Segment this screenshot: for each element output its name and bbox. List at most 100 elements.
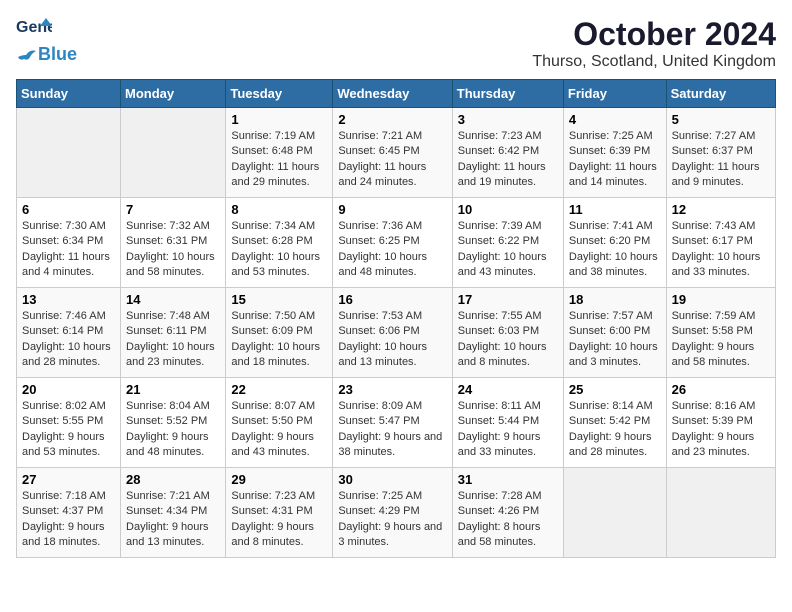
calendar-cell: 17 Sunrise: 7:55 AM Sunset: 6:03 PM Dayli… — [452, 288, 563, 378]
day-info: Sunrise: 7:25 AM Sunset: 6:39 PM Dayligh… — [569, 129, 661, 191]
day-info: Sunrise: 7:53 AM Sunset: 6:06 PM Dayligh… — [338, 309, 446, 371]
day-info: Sunrise: 8:09 AM Sunset: 5:47 PM Dayligh… — [338, 399, 446, 461]
calendar-cell: 3 Sunrise: 7:23 AM Sunset: 6:42 PM Daylig… — [452, 108, 563, 198]
day-number: 9 — [338, 202, 446, 217]
calendar-header-row: SundayMondayTuesdayWednesdayThursdayFrid… — [17, 80, 776, 108]
day-info: Sunrise: 7:59 AM Sunset: 5:58 PM Dayligh… — [672, 309, 770, 371]
calendar-week-5: 27 Sunrise: 7:18 AM Sunset: 4:37 PM Dayli… — [17, 468, 776, 558]
day-number: 17 — [458, 292, 558, 307]
calendar-cell: 1 Sunrise: 7:19 AM Sunset: 6:48 PM Daylig… — [226, 108, 333, 198]
day-number: 8 — [231, 202, 327, 217]
logo-bird-icon — [16, 47, 36, 63]
day-info: Sunrise: 7:32 AM Sunset: 6:31 PM Dayligh… — [126, 219, 220, 281]
day-info: Sunrise: 7:27 AM Sunset: 6:37 PM Dayligh… — [672, 129, 770, 191]
calendar-week-2: 6Sunrise: 7:30 AM Sunset: 6:34 PM Daylig… — [17, 198, 776, 288]
day-info: Sunrise: 7:39 AM Sunset: 6:22 PM Dayligh… — [458, 219, 558, 281]
calendar-cell — [17, 108, 121, 198]
calendar-cell: 28Sunrise: 7:21 AM Sunset: 4:34 PM Dayli… — [121, 468, 226, 558]
day-info: Sunrise: 7:30 AM Sunset: 6:34 PM Dayligh… — [22, 219, 115, 281]
calendar-cell: 5 Sunrise: 7:27 AM Sunset: 6:37 PM Daylig… — [666, 108, 775, 198]
title-area: October 2024 Thurso, Scotland, United Ki… — [532, 16, 776, 71]
calendar-cell: 4Sunrise: 7:25 AM Sunset: 6:39 PM Daylig… — [563, 108, 666, 198]
day-info: Sunrise: 7:43 AM Sunset: 6:17 PM Dayligh… — [672, 219, 770, 281]
day-info: Sunrise: 8:11 AM Sunset: 5:44 PM Dayligh… — [458, 399, 558, 461]
day-number: 23 — [338, 382, 446, 397]
day-number: 21 — [126, 382, 220, 397]
logo-blue-text: Blue — [38, 44, 77, 65]
day-number: 13 — [22, 292, 115, 307]
day-number: 24 — [458, 382, 558, 397]
day-info: Sunrise: 7:50 AM Sunset: 6:09 PM Dayligh… — [231, 309, 327, 371]
day-number: 26 — [672, 382, 770, 397]
day-number: 25 — [569, 382, 661, 397]
day-info: Sunrise: 7:41 AM Sunset: 6:20 PM Dayligh… — [569, 219, 661, 281]
logo: General Blue — [16, 16, 77, 65]
calendar-cell: 25 Sunrise: 8:14 AM Sunset: 5:42 PM Dayli… — [563, 378, 666, 468]
calendar-week-4: 20Sunrise: 8:02 AM Sunset: 5:55 PM Dayli… — [17, 378, 776, 468]
calendar-cell: 9 Sunrise: 7:36 AM Sunset: 6:25 PM Daylig… — [333, 198, 452, 288]
calendar-cell: 6Sunrise: 7:30 AM Sunset: 6:34 PM Daylig… — [17, 198, 121, 288]
day-number: 27 — [22, 472, 115, 487]
day-number: 5 — [672, 112, 770, 127]
calendar-cell: 14Sunrise: 7:48 AM Sunset: 6:11 PM Dayli… — [121, 288, 226, 378]
day-info: Sunrise: 7:19 AM Sunset: 6:48 PM Dayligh… — [231, 129, 327, 191]
day-info: Sunrise: 7:36 AM Sunset: 6:25 PM Dayligh… — [338, 219, 446, 281]
day-number: 19 — [672, 292, 770, 307]
header-sunday: Sunday — [17, 80, 121, 108]
calendar-cell: 22 Sunrise: 8:07 AM Sunset: 5:50 PM Dayli… — [226, 378, 333, 468]
day-number: 2 — [338, 112, 446, 127]
logo-icon: General — [16, 16, 52, 46]
calendar-cell: 27 Sunrise: 7:18 AM Sunset: 4:37 PM Dayli… — [17, 468, 121, 558]
calendar-cell — [121, 108, 226, 198]
month-title: October 2024 — [532, 16, 776, 53]
header-tuesday: Tuesday — [226, 80, 333, 108]
day-info: Sunrise: 8:14 AM Sunset: 5:42 PM Dayligh… — [569, 399, 661, 461]
header-thursday: Thursday — [452, 80, 563, 108]
day-info: Sunrise: 7:21 AM Sunset: 4:34 PM Dayligh… — [126, 489, 220, 551]
calendar-cell: 24 Sunrise: 8:11 AM Sunset: 5:44 PM Dayli… — [452, 378, 563, 468]
calendar-cell: 12Sunrise: 7:43 AM Sunset: 6:17 PM Dayli… — [666, 198, 775, 288]
calendar-cell: 20Sunrise: 8:02 AM Sunset: 5:55 PM Dayli… — [17, 378, 121, 468]
day-info: Sunrise: 8:07 AM Sunset: 5:50 PM Dayligh… — [231, 399, 327, 461]
calendar-cell: 16 Sunrise: 7:53 AM Sunset: 6:06 PM Dayli… — [333, 288, 452, 378]
day-info: Sunrise: 7:21 AM Sunset: 6:45 PM Dayligh… — [338, 129, 446, 191]
day-number: 10 — [458, 202, 558, 217]
calendar-cell: 8 Sunrise: 7:34 AM Sunset: 6:28 PM Daylig… — [226, 198, 333, 288]
calendar-cell: 13Sunrise: 7:46 AM Sunset: 6:14 PM Dayli… — [17, 288, 121, 378]
header-saturday: Saturday — [666, 80, 775, 108]
calendar-week-1: 1 Sunrise: 7:19 AM Sunset: 6:48 PM Daylig… — [17, 108, 776, 198]
calendar-cell: 7 Sunrise: 7:32 AM Sunset: 6:31 PM Daylig… — [121, 198, 226, 288]
calendar-cell: 19 Sunrise: 7:59 AM Sunset: 5:58 PM Dayli… — [666, 288, 775, 378]
calendar-table: SundayMondayTuesdayWednesdayThursdayFrid… — [16, 79, 776, 558]
calendar-cell: 30Sunrise: 7:25 AM Sunset: 4:29 PM Dayli… — [333, 468, 452, 558]
page-header: General Blue October 2024 Thurso, Scotla… — [16, 16, 776, 71]
calendar-cell: 18Sunrise: 7:57 AM Sunset: 6:00 PM Dayli… — [563, 288, 666, 378]
calendar-cell: 11 Sunrise: 7:41 AM Sunset: 6:20 PM Dayli… — [563, 198, 666, 288]
calendar-cell: 29Sunrise: 7:23 AM Sunset: 4:31 PM Dayli… — [226, 468, 333, 558]
calendar-cell: 2 Sunrise: 7:21 AM Sunset: 6:45 PM Daylig… — [333, 108, 452, 198]
day-info: Sunrise: 7:55 AM Sunset: 6:03 PM Dayligh… — [458, 309, 558, 371]
day-info: Sunrise: 7:23 AM Sunset: 6:42 PM Dayligh… — [458, 129, 558, 191]
day-number: 30 — [338, 472, 446, 487]
calendar-cell: 23 Sunrise: 8:09 AM Sunset: 5:47 PM Dayli… — [333, 378, 452, 468]
day-number: 16 — [338, 292, 446, 307]
day-number: 3 — [458, 112, 558, 127]
day-info: Sunrise: 8:16 AM Sunset: 5:39 PM Dayligh… — [672, 399, 770, 461]
day-number: 18 — [569, 292, 661, 307]
header-friday: Friday — [563, 80, 666, 108]
day-info: Sunrise: 7:34 AM Sunset: 6:28 PM Dayligh… — [231, 219, 327, 281]
calendar-cell: 15Sunrise: 7:50 AM Sunset: 6:09 PM Dayli… — [226, 288, 333, 378]
day-number: 7 — [126, 202, 220, 217]
day-info: Sunrise: 8:04 AM Sunset: 5:52 PM Dayligh… — [126, 399, 220, 461]
calendar-week-3: 13Sunrise: 7:46 AM Sunset: 6:14 PM Dayli… — [17, 288, 776, 378]
calendar-cell — [666, 468, 775, 558]
day-number: 11 — [569, 202, 661, 217]
calendar-cell: 21 Sunrise: 8:04 AM Sunset: 5:52 PM Dayli… — [121, 378, 226, 468]
day-number: 1 — [231, 112, 327, 127]
calendar-cell: 26 Sunrise: 8:16 AM Sunset: 5:39 PM Dayli… — [666, 378, 775, 468]
header-monday: Monday — [121, 80, 226, 108]
calendar-cell: 10 Sunrise: 7:39 AM Sunset: 6:22 PM Dayli… — [452, 198, 563, 288]
calendar-cell: 31Sunrise: 7:28 AM Sunset: 4:26 PM Dayli… — [452, 468, 563, 558]
day-number: 22 — [231, 382, 327, 397]
day-info: Sunrise: 7:18 AM Sunset: 4:37 PM Dayligh… — [22, 489, 115, 551]
